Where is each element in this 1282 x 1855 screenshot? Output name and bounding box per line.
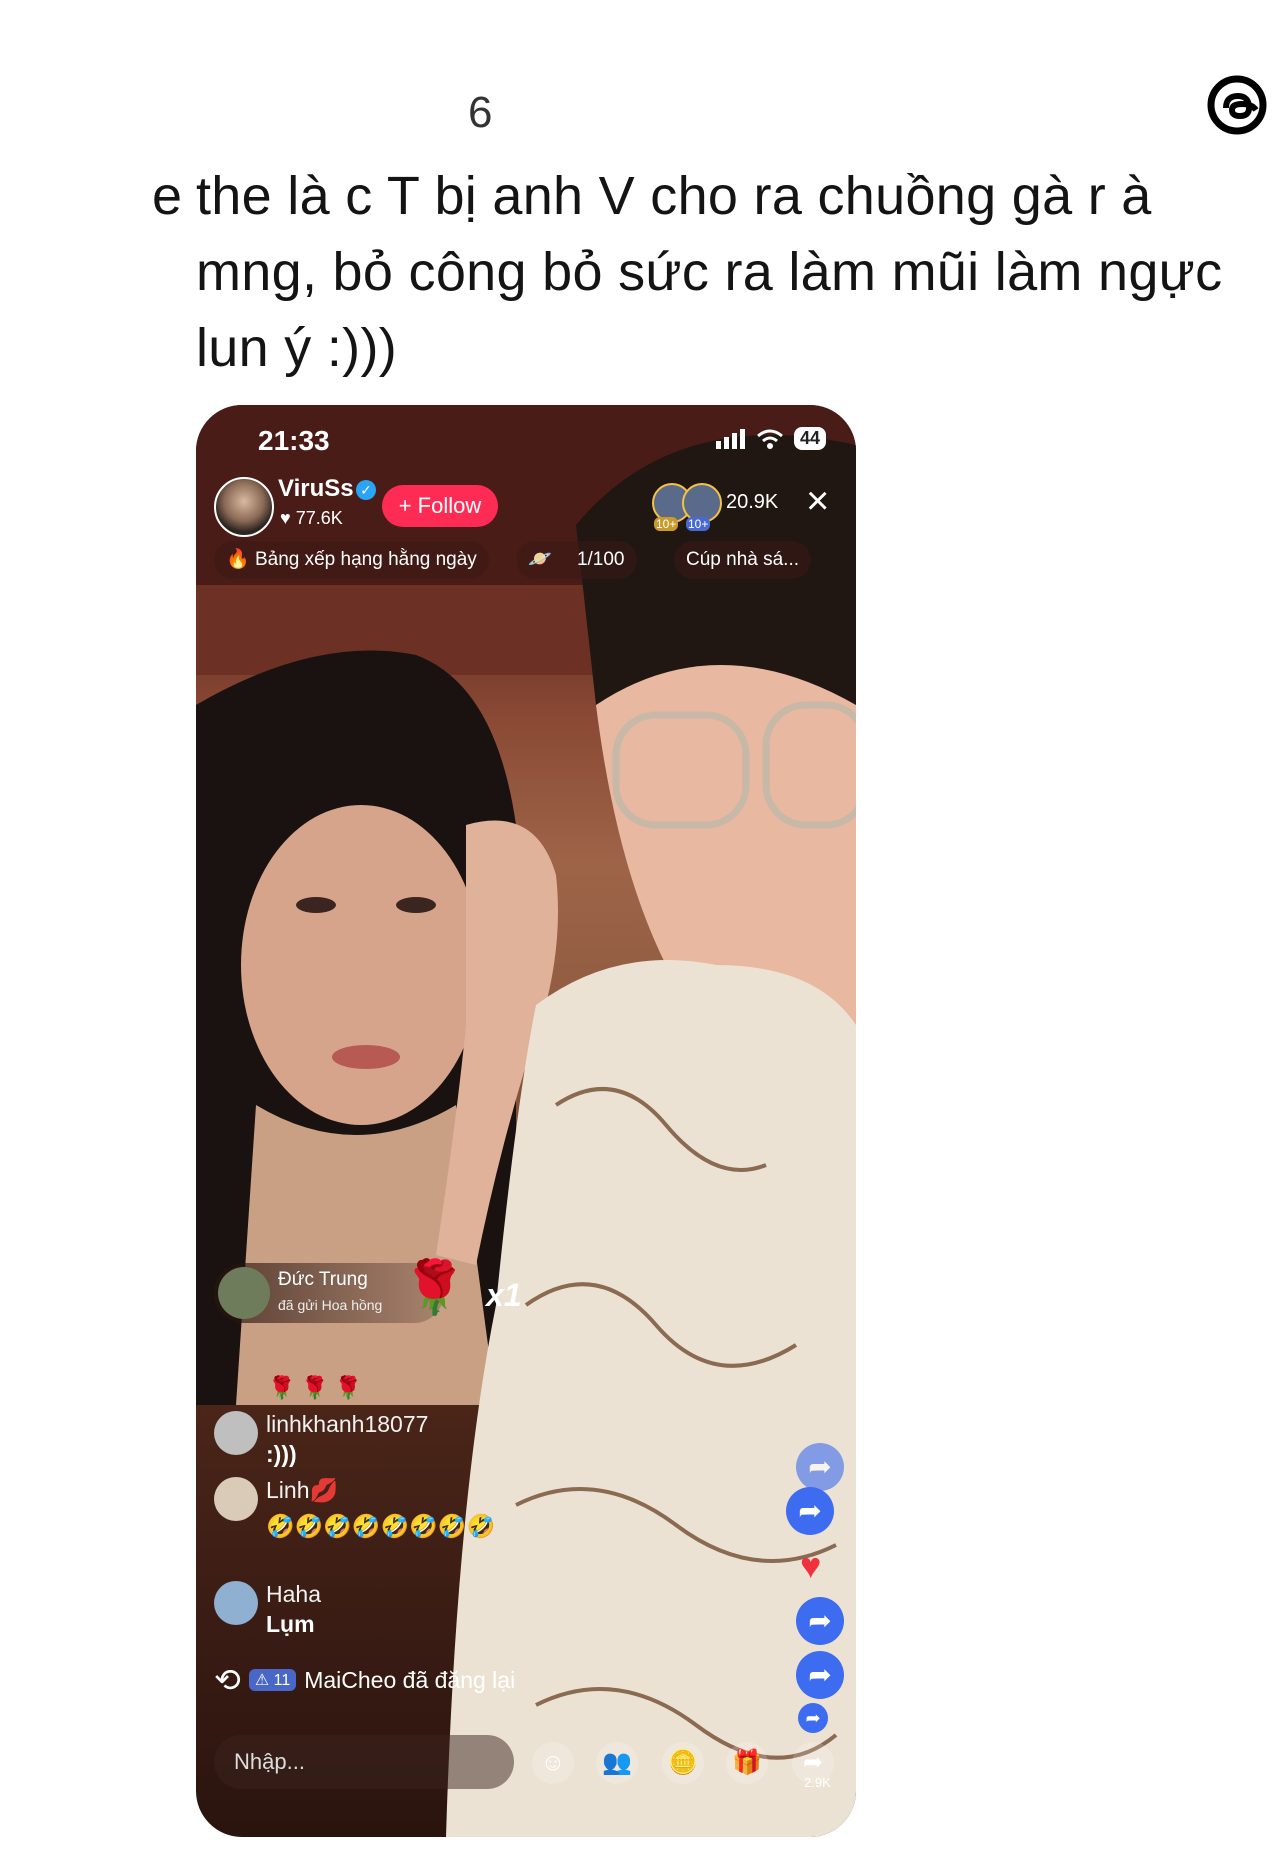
progress-label: 1/100 [576,549,625,570]
planet-icon: 🪐 [528,549,552,570]
gift-sender-name: Đức Trung [278,1269,368,1290]
status-icons: 44 [715,427,826,450]
cup-label: Cúp nhà sá... [686,549,800,570]
wifi-icon [757,429,783,449]
repost-icon: ⟲ [214,1662,241,1698]
host-likes-count: 77.6K [295,508,343,528]
gift-message: đã gửi Hoa hồng [278,1297,383,1313]
emoji-icon[interactable]: ☺ [532,1742,574,1784]
verified-badge-icon: ✓ [356,480,376,500]
comment-text: 🤣🤣🤣🤣🤣🤣🤣🤣 [266,1513,496,1539]
host-likes: ♥ 77.6K [280,508,343,529]
heart-icon: ♥ [280,508,291,528]
ranking-pill[interactable]: 🔥 Bảng xếp hạng hằng ngày [214,541,489,579]
comment-username[interactable]: linhkhanh18077 [266,1411,428,1438]
gift-sender-avatar[interactable] [218,1267,270,1319]
floating-share-icon: ➦ [796,1443,844,1491]
host-name[interactable]: ViruSs [278,475,354,503]
post-text-lead: e [152,166,183,226]
gift-multiplier: x1 [486,1277,522,1313]
guests-icon[interactable]: 👥 [596,1742,638,1784]
signal-icon [715,428,745,449]
floating-share-icon: ➦ [796,1597,844,1645]
viewer-badge-2: 10+ [686,517,711,531]
rose-gift-icon: 🌹 [402,1259,467,1317]
comment-avatar[interactable] [214,1477,258,1521]
host-avatar[interactable] [214,477,274,537]
share-count: 2.9K [804,1775,831,1790]
viewer-count[interactable]: 20.9K [726,491,778,514]
comment-text: :))) [266,1441,297,1467]
post-header-digit: 6 [468,88,493,137]
close-button[interactable]: × [806,481,829,521]
comment-input[interactable]: Nhập... [214,1735,514,1789]
comment-username[interactable]: Haha [266,1581,321,1608]
cup-pill[interactable]: Cúp nhà sá... [674,541,812,579]
floating-share-icon: ➦ [798,1703,828,1733]
battery-level: 44 [793,427,826,450]
coin-icon[interactable]: 🪙 [662,1742,704,1784]
floating-heart-icon: ♥ [800,1545,822,1586]
repost-level-badge: ⚠ 11 [248,1669,297,1691]
status-time: 21:33 [258,425,330,456]
viewer-badge-1: 10+ [654,517,679,531]
post-text: the là c T bị anh V cho ra chuồng gà r à… [196,166,1223,378]
repost-text: MaiCheo đã đăng lại [304,1666,516,1693]
comment-avatar[interactable] [214,1581,258,1625]
gift-icon[interactable]: 🎁 [726,1742,768,1784]
comment-avatar[interactable] [214,1411,258,1455]
fire-icon: 🔥 [226,549,250,570]
threads-logo-icon [1207,75,1267,135]
floating-share-icon: ➦ [786,1487,834,1535]
ranking-label: Bảng xếp hạng hằng ngày [254,549,477,570]
follow-button[interactable]: + Follow [382,485,498,527]
roses-row: 🌹🌹🌹 [268,1375,369,1400]
floating-share-icon: ➦ [796,1651,844,1699]
livestream-screenshot: 21:33 44 ViruSs ✓ ♥ 77.6K + Follow 10+ 1… [196,405,856,1837]
comment-text: Lụm [266,1611,315,1637]
comment-username[interactable]: Linh💋 [266,1477,338,1504]
repost-notice: ⟲ ⚠ 11 MaiCheo đã đăng lại [214,1661,515,1699]
progress-pill[interactable]: 🪐 1/100 [516,541,637,579]
